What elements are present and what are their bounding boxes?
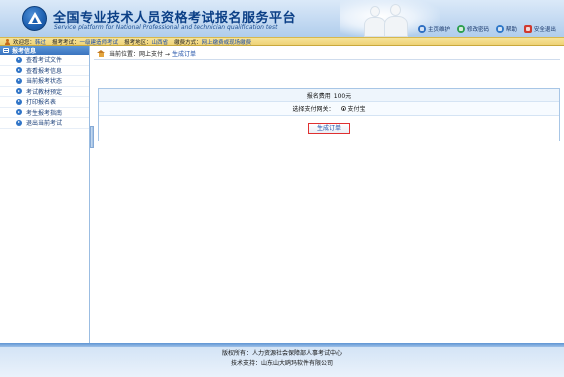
header-banner: 全国专业技术人员资格考试报名服务平台 Service platform for … [0, 0, 564, 37]
exam-value: 一级建造师考试 [79, 39, 119, 46]
pay-method-label: 缴费方式： [174, 39, 202, 46]
home-icon [97, 49, 105, 57]
pay-method-value: 网上缴费或现场缴费 [201, 39, 252, 46]
footer: 版权所有：人力资源社会保障部人事考试中心 技术支持：山东山大鸥玛软件有限公司 [0, 347, 564, 377]
home-maintenance-link[interactable]: 主页维护 [418, 25, 450, 33]
change-password-link[interactable]: 修改密码 [456, 25, 489, 33]
arrow-bullet-icon [16, 109, 22, 116]
alipay-option-label[interactable]: 支付宝 [348, 104, 366, 113]
exit-icon [523, 25, 532, 33]
exam-label: 报考考试： [52, 39, 80, 46]
payment-panel: 报名费用 100元 选择支付网关： 支付宝 生成订单 [98, 88, 560, 141]
submit-row: 生成订单 [99, 116, 559, 141]
key-icon [456, 25, 465, 33]
sidebar-item-print-form[interactable]: 打印报名表 [0, 97, 89, 108]
fee-label: 报名费用 [306, 92, 331, 100]
sidebar: 报考信息 查看考试文件 查看报考信息 当前报考状态 考试教材预定 打印报名表 考… [0, 46, 90, 343]
sidebar-collapse-handle[interactable] [90, 126, 94, 148]
sidebar-item-exam-files[interactable]: 查看考试文件 [0, 55, 89, 66]
region-label: 报考地区： [124, 39, 152, 46]
sidebar-item-registration-status[interactable]: 当前报考状态 [0, 76, 89, 87]
logout-link[interactable]: 安全退出 [523, 25, 556, 33]
site-logo [22, 6, 47, 31]
gateway-label: 选择支付网关： [292, 106, 335, 113]
generate-order-button[interactable]: 生成订单 [307, 123, 350, 134]
divider [94, 59, 560, 60]
sidebar-item-textbook-order[interactable]: 考试教材预定 [0, 87, 89, 97]
user-name: 韩过 [35, 39, 47, 46]
sidebar-item-exit-exam[interactable]: 退出当前考试 [0, 118, 89, 129]
breadcrumb-label: 当前位置：网上支付 → [109, 50, 170, 58]
copyright-text: 版权所有：人力资源社会保障部人事考试中心 [221, 350, 342, 357]
alipay-radio[interactable] [340, 106, 346, 111]
fee-value: 100元 [333, 92, 352, 100]
user-info-bar: 欢迎您： 韩过 报考考试： 一级建造师考试 报考地区： 山西省 缴费方式： 网上… [0, 37, 564, 46]
region-value: 山西省 [151, 39, 169, 46]
list-icon [3, 48, 9, 53]
arrow-bullet-icon [16, 56, 22, 63]
arrow-bullet-icon [16, 98, 22, 105]
breadcrumb: 当前位置：网上支付 → 生成订单 [94, 48, 560, 58]
user-icon [4, 38, 11, 45]
arrow-bullet-icon [16, 77, 22, 84]
sidebar-header: 报考信息 [0, 46, 89, 55]
tech-support-text: 技术支持：山东山大鸥玛软件有限公司 [230, 360, 333, 367]
site-subtitle: Service platform for National Profession… [54, 24, 278, 31]
arrow-bullet-icon [16, 88, 22, 95]
help-icon [495, 25, 504, 33]
sidebar-item-registration-info[interactable]: 查看报考信息 [0, 66, 89, 76]
fee-row: 报名费用 100元 [99, 89, 559, 102]
welcome-label: 欢迎您： [13, 39, 36, 46]
help-link[interactable]: 帮助 [495, 25, 517, 33]
home-icon [418, 25, 426, 33]
arrow-bullet-icon [16, 119, 22, 126]
sidebar-item-guide[interactable]: 考生报考指南 [0, 108, 89, 118]
top-links: 主页维护 修改密码 帮助 安全退出 [418, 25, 561, 34]
gateway-row: 选择支付网关： 支付宝 [99, 102, 559, 116]
breadcrumb-current: 生成订单 [171, 50, 196, 58]
arrow-bullet-icon [16, 67, 22, 74]
